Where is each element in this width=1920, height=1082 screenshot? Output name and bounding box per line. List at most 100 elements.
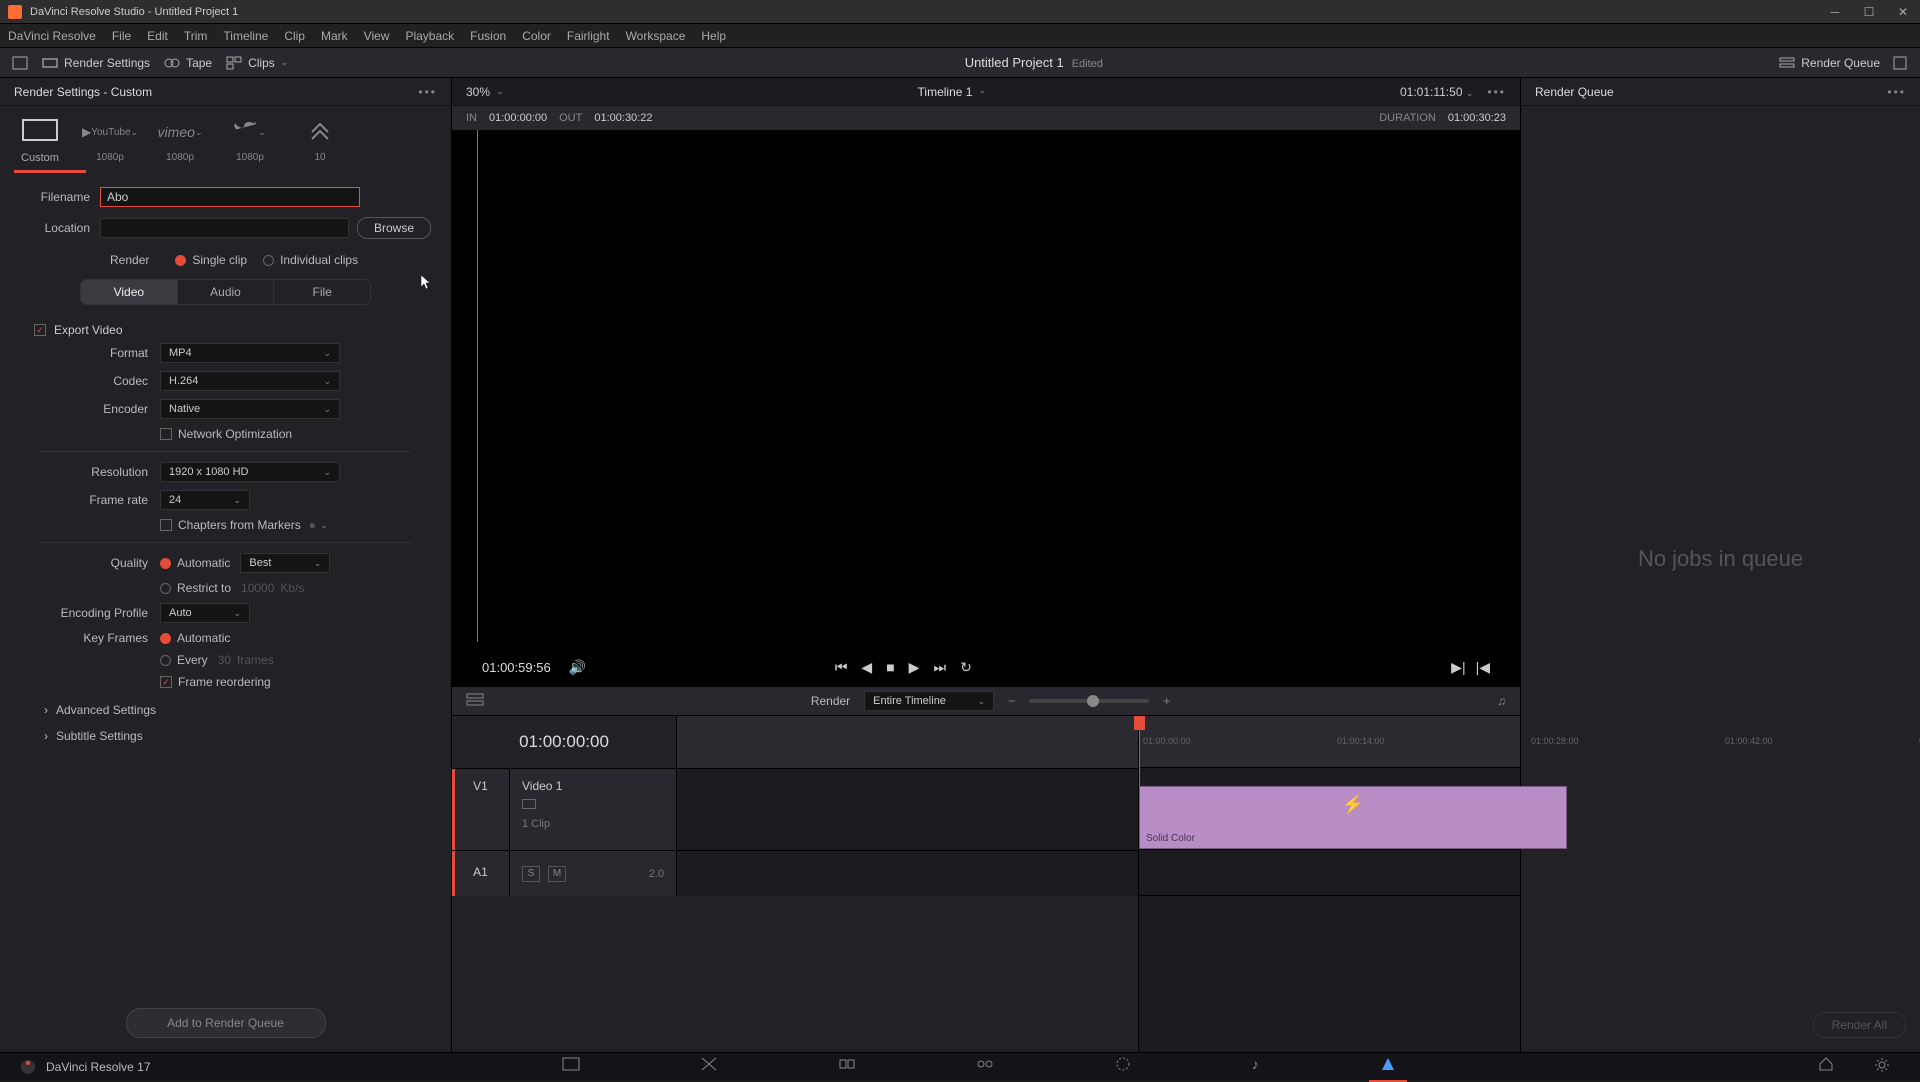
zoom-in-button[interactable]: + bbox=[1163, 694, 1170, 708]
menu-workspace[interactable]: Workspace bbox=[626, 29, 686, 43]
frame-reordering-checkbox[interactable]: Frame reordering bbox=[160, 675, 271, 689]
panel-options-icon[interactable]: ••• bbox=[418, 85, 437, 99]
track-a1-selector[interactable]: A1 bbox=[452, 851, 510, 896]
tab-video[interactable]: Video bbox=[81, 280, 178, 304]
render-individual-clips-radio[interactable]: Individual clips bbox=[263, 253, 358, 267]
viewer-playhead[interactable] bbox=[477, 130, 478, 642]
render-queue-toggle[interactable]: Render Queue bbox=[1779, 56, 1880, 70]
zoom-out-button[interactable]: − bbox=[1008, 694, 1015, 708]
filename-input[interactable] bbox=[100, 187, 360, 207]
close-button[interactable]: ✕ bbox=[1894, 3, 1912, 21]
prev-frame-button[interactable]: ◀ bbox=[861, 659, 872, 676]
render-queue-options-icon[interactable]: ••• bbox=[1887, 85, 1906, 99]
page-color-icon[interactable] bbox=[1104, 1051, 1142, 1082]
encoding-profile-select[interactable]: Auto⌄ bbox=[160, 603, 250, 623]
timeline-zoom-slider[interactable] bbox=[1029, 699, 1149, 703]
chapters-checkbox[interactable]: Chapters from Markers bbox=[160, 518, 301, 532]
menu-davinci-resolve[interactable]: DaVinci Resolve bbox=[8, 29, 96, 43]
preset-twitter[interactable]: ⌄ 1080p bbox=[230, 118, 270, 164]
preset-youtube[interactable]: ▶ YouTube ⌄ 1080p bbox=[90, 118, 130, 164]
preset-vimeo[interactable]: vimeo ⌄ 1080p bbox=[160, 118, 200, 164]
render-all-button[interactable]: Render All bbox=[1813, 1012, 1906, 1038]
menu-playback[interactable]: Playback bbox=[405, 29, 454, 43]
track-a1-mute[interactable]: M bbox=[548, 866, 566, 882]
loop-button[interactable]: ↻ bbox=[960, 659, 972, 676]
settings-gear-icon[interactable] bbox=[1864, 1052, 1900, 1081]
menu-trim[interactable]: Trim bbox=[184, 29, 208, 43]
quality-select[interactable]: Best⌄ bbox=[240, 553, 330, 573]
expand-icon[interactable] bbox=[1892, 56, 1908, 70]
tape-toggle[interactable]: Tape bbox=[164, 56, 212, 70]
menu-help[interactable]: Help bbox=[701, 29, 726, 43]
page-cut-icon[interactable] bbox=[690, 1051, 728, 1082]
home-icon[interactable] bbox=[1808, 1052, 1844, 1081]
clips-toggle[interactable]: Clips⌄ bbox=[226, 56, 288, 70]
export-video-checkbox[interactable] bbox=[34, 324, 46, 336]
minimize-button[interactable]: ─ bbox=[1826, 3, 1844, 21]
track-video1-toggle[interactable] bbox=[522, 799, 536, 809]
menu-timeline[interactable]: Timeline bbox=[223, 29, 268, 43]
add-to-render-queue-button[interactable]: Add to Render Queue bbox=[126, 1008, 326, 1038]
go-to-end-button[interactable]: ▶| bbox=[1451, 659, 1465, 676]
browse-button[interactable]: Browse bbox=[357, 217, 431, 239]
stop-button[interactable]: ■ bbox=[886, 659, 894, 676]
format-select[interactable]: MP4⌄ bbox=[160, 343, 340, 363]
track-v1-selector[interactable]: V1 bbox=[452, 769, 510, 850]
page-deliver-icon[interactable] bbox=[1369, 1051, 1407, 1082]
menu-edit[interactable]: Edit bbox=[147, 29, 168, 43]
network-optimization-checkbox[interactable]: Network Optimization bbox=[160, 427, 292, 441]
next-frame-button[interactable]: ⏭ bbox=[933, 659, 946, 676]
menu-clip[interactable]: Clip bbox=[284, 29, 305, 43]
render-scope-select[interactable]: Entire Timeline⌄ bbox=[864, 691, 994, 711]
viewer-timecode[interactable]: 01:01:11:50 bbox=[1400, 85, 1463, 99]
timeline-ruler[interactable]: 01:00:00:00 01:00:14:00 01:00:28:00 01:0… bbox=[1139, 716, 1520, 768]
track-a1-solo[interactable]: S bbox=[522, 866, 540, 882]
tab-file[interactable]: File bbox=[274, 280, 370, 304]
ruler-tick: 01:00:00:00 bbox=[1143, 736, 1191, 746]
resolution-select[interactable]: 1920 x 1080 HD⌄ bbox=[160, 462, 340, 482]
location-input[interactable] bbox=[100, 218, 349, 238]
page-fairlight-icon[interactable]: ♪ bbox=[1242, 1051, 1269, 1082]
advanced-settings-expand[interactable]: ›Advanced Settings bbox=[20, 697, 431, 723]
duration-label: DURATION bbox=[1379, 112, 1436, 124]
out-value: 01:00:30:22 bbox=[594, 112, 652, 124]
preset-custom[interactable]: Custom bbox=[20, 118, 60, 164]
play-button[interactable]: ▶ bbox=[909, 659, 920, 676]
timeline-clip-solid-color[interactable]: ⚡ Solid Color bbox=[1139, 786, 1567, 849]
menu-fusion[interactable]: Fusion bbox=[470, 29, 506, 43]
page-edit-icon[interactable] bbox=[828, 1051, 866, 1082]
timeline-view-options-icon[interactable] bbox=[466, 693, 484, 710]
quality-automatic-radio[interactable]: Automatic bbox=[160, 556, 230, 570]
encoder-select[interactable]: Native⌄ bbox=[160, 399, 340, 419]
deliver-page-icon[interactable] bbox=[12, 56, 28, 70]
menu-color[interactable]: Color bbox=[522, 29, 551, 43]
menu-fairlight[interactable]: Fairlight bbox=[567, 29, 610, 43]
speaker-icon[interactable]: 🔊 bbox=[569, 659, 586, 676]
menu-file[interactable]: File bbox=[112, 29, 131, 43]
keyframes-every-radio[interactable]: Every bbox=[160, 653, 208, 667]
go-to-start-button[interactable]: |◀ bbox=[1476, 659, 1490, 676]
timeline-name[interactable]: Timeline 1 bbox=[918, 85, 973, 99]
chevron-down-icon: ⌄ bbox=[281, 57, 289, 68]
restrict-to-radio[interactable]: Restrict to bbox=[160, 581, 231, 595]
render-single-clip-radio[interactable]: Single clip bbox=[175, 253, 247, 267]
first-frame-button[interactable]: ⏮ bbox=[835, 659, 848, 676]
restrict-value: 10000 bbox=[241, 581, 274, 595]
subtitle-settings-expand[interactable]: ›Subtitle Settings bbox=[20, 723, 431, 749]
viewer-zoom-select[interactable]: 30%⌄ bbox=[466, 85, 504, 99]
viewer-options-icon[interactable]: ••• bbox=[1487, 85, 1506, 99]
render-settings-toggle[interactable]: Render Settings bbox=[42, 56, 150, 70]
menu-view[interactable]: View bbox=[364, 29, 390, 43]
framerate-select[interactable]: 24⌄ bbox=[160, 490, 250, 510]
page-fusion-icon[interactable] bbox=[966, 1051, 1004, 1082]
keyframes-frames-label: frames bbox=[237, 653, 274, 667]
codec-select[interactable]: H.264⌄ bbox=[160, 371, 340, 391]
preset-more[interactable]: 10 bbox=[300, 118, 340, 164]
menu-mark[interactable]: Mark bbox=[321, 29, 348, 43]
audio-mixer-icon[interactable]: ♫ bbox=[1497, 694, 1506, 708]
chapters-color-icon[interactable]: ● bbox=[309, 518, 316, 532]
maximize-button[interactable]: ☐ bbox=[1860, 3, 1878, 21]
page-media-icon[interactable] bbox=[552, 1051, 590, 1082]
tab-audio[interactable]: Audio bbox=[178, 280, 275, 304]
keyframes-automatic-radio[interactable]: Automatic bbox=[160, 631, 230, 645]
